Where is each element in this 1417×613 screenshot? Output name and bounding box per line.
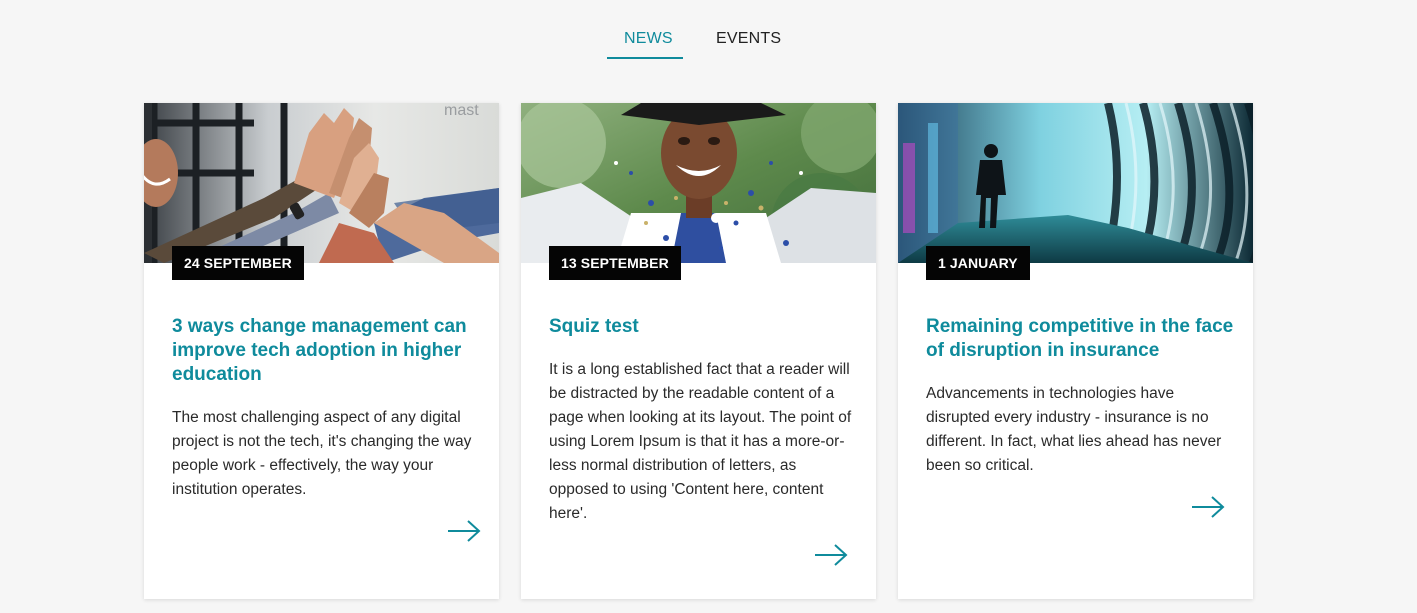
date-badge: 24 SEPTEMBER (172, 246, 304, 280)
active-tab-indicator (607, 57, 683, 59)
card-summary: It is a long established fact that a rea… (549, 361, 852, 522)
graduate-celebration-image[interactable] (521, 103, 876, 263)
card-summary: The most challenging aspect of any digit… (172, 409, 472, 498)
arrow-right-icon[interactable] (447, 519, 481, 543)
card-title[interactable]: 3 ways change management can improve tec… (172, 315, 482, 387)
card-summary: Advancements in technologies have disrup… (926, 385, 1222, 474)
card-title[interactable]: Remaining competitive in the face of dis… (926, 315, 1236, 363)
tab-events[interactable]: EVENTS (716, 30, 781, 48)
date-badge: 1 JANUARY (926, 246, 1030, 280)
news-card[interactable]: 1 JANUARY Remaining competitive in the f… (898, 103, 1253, 599)
news-card[interactable]: 13 SEPTEMBER Squiz test It is a long est… (521, 103, 876, 599)
light-tunnel-image[interactable] (898, 103, 1253, 263)
arrow-right-icon[interactable] (1191, 495, 1225, 519)
svg-text:mast: mast (444, 103, 479, 119)
date-badge: 13 SEPTEMBER (549, 246, 681, 280)
card-title[interactable]: Squiz test (549, 315, 859, 339)
high-five-hands-image[interactable]: mast (144, 103, 499, 263)
tab-bar: NEWS EVENTS (0, 0, 1417, 60)
arrow-right-icon[interactable] (814, 543, 848, 567)
tab-news[interactable]: NEWS (624, 30, 673, 48)
news-card[interactable]: mast 24 SEPTEMBER 3 ways change manageme… (144, 103, 499, 599)
